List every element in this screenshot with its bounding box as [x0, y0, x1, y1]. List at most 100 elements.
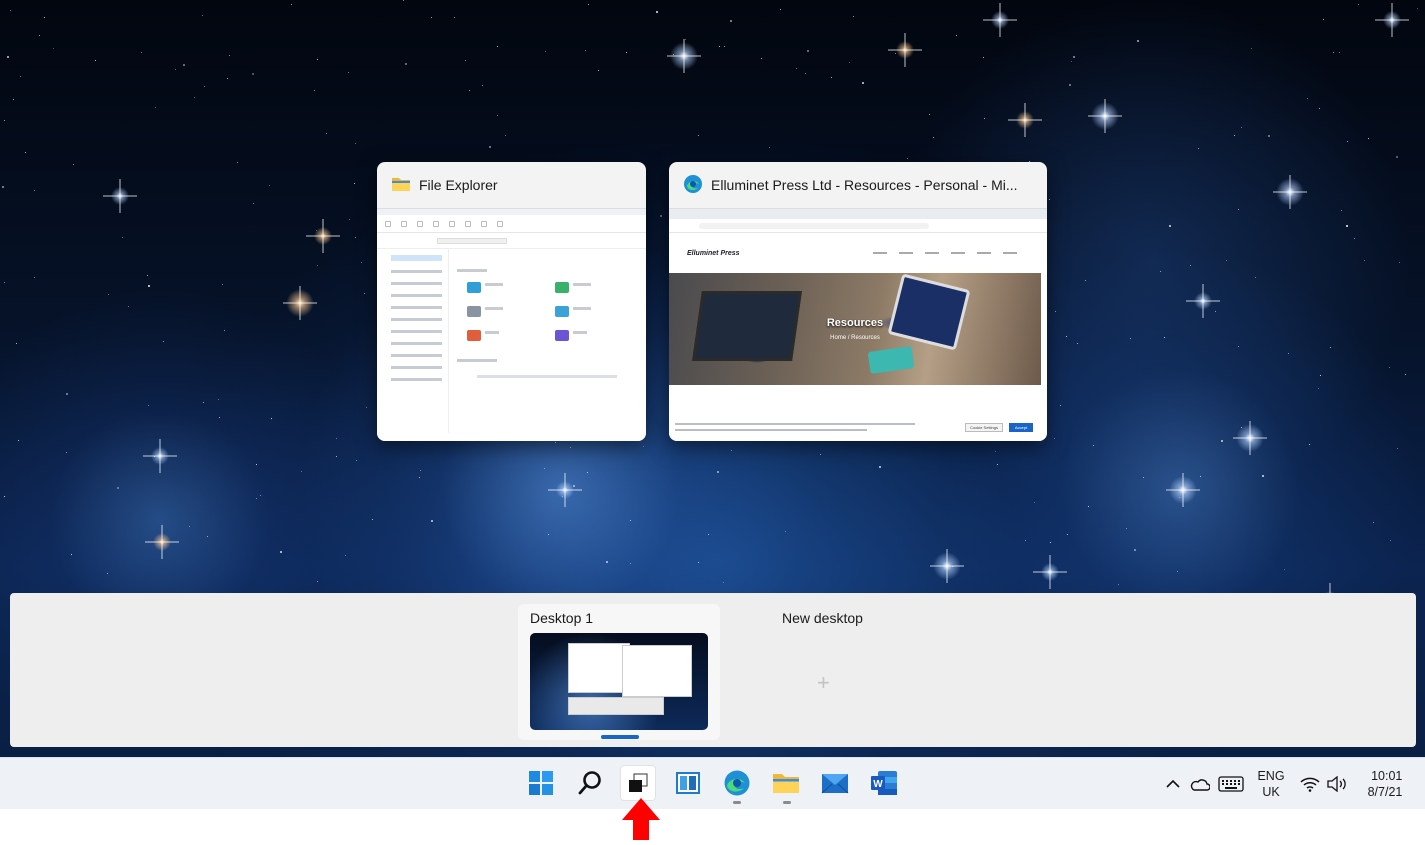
star — [984, 118, 985, 119]
star — [203, 402, 204, 403]
star — [731, 450, 732, 451]
star — [820, 454, 821, 455]
star — [73, 164, 74, 165]
clock[interactable]: 10:01 8/7/21 — [1360, 768, 1410, 800]
star — [730, 20, 732, 22]
star — [585, 50, 586, 51]
star — [107, 573, 108, 574]
star — [1069, 84, 1071, 86]
star — [1088, 506, 1089, 507]
chevron-up-icon[interactable] — [1163, 768, 1183, 800]
star — [1085, 280, 1086, 281]
star — [1341, 210, 1342, 211]
window-card-title: Elluminet Press Ltd - Resources - Person… — [711, 177, 1018, 193]
star — [1307, 98, 1308, 99]
star — [469, 90, 470, 91]
star — [34, 277, 35, 278]
star — [497, 46, 498, 47]
search-icon[interactable] — [572, 765, 608, 801]
site-hero-breadcrumb: Home / Resources — [830, 335, 880, 341]
star — [39, 35, 40, 36]
language-indicator[interactable]: ENG UK — [1252, 768, 1290, 800]
star — [301, 471, 302, 472]
star — [1262, 475, 1264, 477]
star — [128, 306, 129, 307]
window-card-file-explorer[interactable]: File Explorer — [377, 162, 646, 441]
star — [431, 17, 432, 18]
star — [4, 496, 5, 497]
star — [108, 294, 109, 295]
star — [253, 203, 254, 204]
star — [465, 60, 466, 61]
star — [1160, 271, 1161, 272]
star — [1034, 502, 1035, 503]
star — [849, 62, 850, 63]
star — [237, 162, 238, 163]
star — [1215, 311, 1216, 312]
star — [269, 185, 270, 186]
site-hero-image: Resources Home / Resources — [669, 273, 1041, 385]
volume-icon[interactable] — [1325, 768, 1349, 800]
star — [141, 52, 142, 53]
star — [907, 158, 908, 159]
start-icon[interactable] — [523, 765, 559, 801]
widgets-icon[interactable] — [670, 765, 706, 801]
desktop-1-thumbnail[interactable] — [530, 633, 708, 730]
star — [1346, 225, 1348, 227]
clock-time: 10:01 — [1371, 769, 1403, 783]
star — [769, 147, 770, 148]
star — [1177, 571, 1178, 572]
star — [1137, 40, 1139, 42]
star — [1066, 336, 1067, 337]
star — [229, 55, 230, 56]
onedrive-icon[interactable] — [1188, 768, 1212, 800]
new-desktop-label[interactable]: New desktop — [782, 610, 863, 626]
star — [879, 466, 881, 468]
star — [4, 120, 5, 121]
star — [7, 56, 9, 58]
star — [1397, 448, 1398, 449]
plus-icon[interactable]: + — [817, 672, 830, 694]
star — [660, 215, 662, 217]
star — [1169, 225, 1171, 227]
star — [1226, 260, 1227, 261]
star — [336, 438, 337, 439]
star — [419, 477, 420, 478]
star — [219, 417, 220, 418]
window-preview-edge: Elluminet Press Resources Home / Resourc… — [669, 208, 1047, 441]
edge-icon[interactable] — [719, 765, 755, 801]
star — [202, 15, 203, 16]
star — [719, 46, 720, 47]
star — [10, 10, 11, 11]
star — [317, 581, 318, 582]
star — [1073, 56, 1075, 58]
mail-icon[interactable] — [817, 765, 853, 801]
star — [122, 237, 123, 238]
star — [1198, 148, 1199, 149]
word-icon[interactable]: W — [866, 765, 902, 801]
star — [1389, 367, 1390, 368]
star — [545, 51, 546, 52]
star — [1373, 522, 1374, 523]
star — [1405, 374, 1406, 375]
window-card-edge[interactable]: Elluminet Press Ltd - Resources - Person… — [669, 162, 1047, 441]
screen: File Explorer Elluminet Press Ltd - Reso… — [0, 0, 1425, 845]
star — [355, 237, 356, 238]
star — [20, 76, 21, 77]
star — [1238, 209, 1239, 210]
keyboard-icon[interactable] — [1216, 768, 1246, 800]
star — [587, 472, 588, 473]
star — [548, 534, 549, 535]
star — [807, 50, 809, 52]
star — [366, 407, 367, 408]
star — [853, 16, 854, 17]
star — [1055, 311, 1056, 312]
file-explorer-icon[interactable] — [768, 765, 804, 801]
star — [785, 531, 786, 532]
wifi-icon[interactable] — [1298, 768, 1322, 800]
star — [66, 452, 67, 453]
running-indicator — [733, 801, 741, 804]
star — [13, 99, 14, 100]
star — [626, 52, 627, 53]
star — [345, 555, 346, 556]
